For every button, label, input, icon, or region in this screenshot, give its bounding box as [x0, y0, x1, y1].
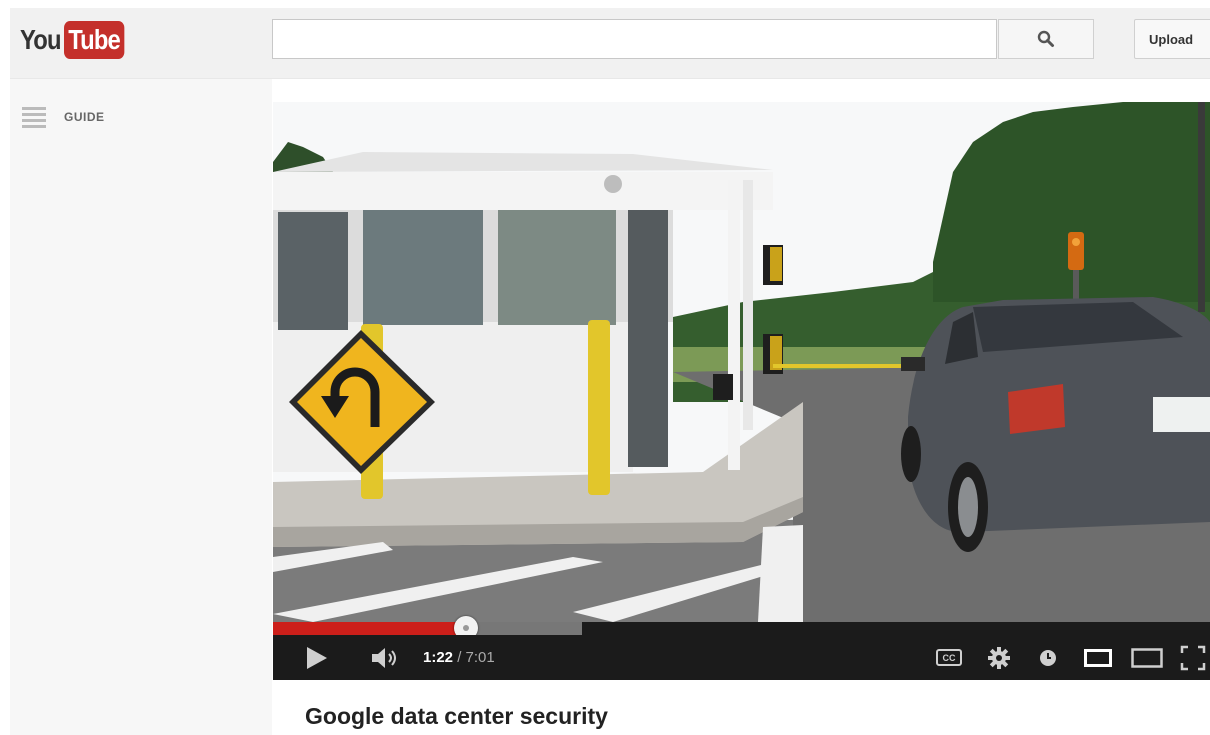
large-player-icon — [1131, 647, 1163, 668]
duration: 7:01 — [465, 649, 495, 666]
progress-played — [273, 622, 467, 635]
small-player-icon — [1084, 648, 1112, 667]
top-strip — [0, 0, 1210, 8]
video-player[interactable]: 1:22 / 7:01 CC — [273, 102, 1210, 680]
guide-label: GUIDE — [64, 110, 105, 124]
cc-icon: CC — [936, 649, 962, 666]
large-player-button[interactable] — [1131, 635, 1163, 680]
cc-label: CC — [942, 652, 956, 663]
menu-icon — [22, 107, 46, 128]
left-sidebar: GUIDE — [10, 79, 272, 735]
guide-button[interactable]: GUIDE — [22, 107, 105, 128]
logo-you-text: You — [20, 24, 61, 55]
video-title: Google data center security — [305, 703, 608, 729]
play-icon — [307, 646, 327, 669]
volume-button[interactable] — [370, 635, 402, 680]
current-time: 1:22 — [423, 649, 454, 666]
progress-bar[interactable] — [273, 616, 1210, 640]
logo-tube-text: Tube — [64, 21, 125, 59]
video-frame — [273, 102, 1210, 622]
player-controls: 1:22 / 7:01 CC — [273, 635, 1210, 680]
search-icon — [1037, 30, 1054, 47]
masthead: You Tube Upload — [10, 8, 1210, 79]
clock-icon — [1040, 649, 1056, 666]
settings-button[interactable] — [987, 635, 1011, 680]
search-button[interactable] — [998, 19, 1094, 59]
youtube-logo[interactable]: You Tube — [20, 20, 135, 60]
gear-icon — [988, 646, 1010, 669]
captions-button[interactable]: CC — [936, 635, 962, 680]
play-button[interactable] — [305, 635, 329, 680]
time-separator: / — [453, 649, 466, 666]
search-input[interactable] — [272, 19, 997, 59]
small-player-button[interactable] — [1084, 635, 1112, 680]
time-display: 1:22 / 7:01 — [423, 635, 495, 680]
fullscreen-icon — [1180, 645, 1206, 670]
fullscreen-button[interactable] — [1180, 635, 1206, 680]
volume-icon — [372, 647, 396, 668]
upload-button[interactable]: Upload — [1134, 19, 1210, 59]
watch-later-button[interactable] — [1038, 635, 1058, 680]
